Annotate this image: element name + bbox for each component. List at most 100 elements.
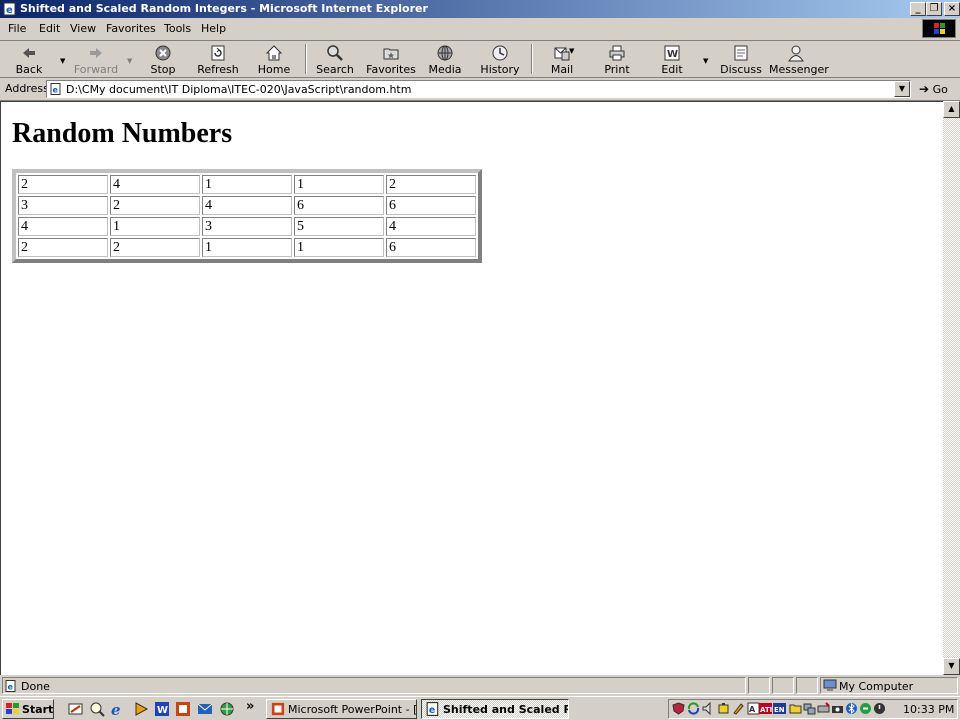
table-cell: 1 bbox=[202, 238, 292, 257]
table-cell: 6 bbox=[386, 238, 476, 257]
restore-button[interactable]: ❐ bbox=[926, 2, 942, 16]
menu-edit[interactable]: Edit bbox=[39, 22, 60, 35]
discuss-icon bbox=[734, 45, 748, 61]
edit-dropdown-icon[interactable]: ▼ bbox=[703, 57, 708, 65]
media-button[interactable]: Media bbox=[420, 43, 470, 76]
sync-icon[interactable] bbox=[687, 702, 700, 715]
table-cell: 6 bbox=[294, 196, 384, 215]
ie-page-icon: e bbox=[3, 2, 16, 16]
mail-label: Mail bbox=[550, 63, 574, 76]
bluetooth-icon[interactable] bbox=[845, 702, 858, 715]
menu-tools[interactable]: Tools bbox=[164, 22, 191, 35]
network-globe-icon[interactable] bbox=[219, 701, 235, 717]
address-bar: Address e D:\CMy document\IT Diploma\ITE… bbox=[0, 78, 960, 101]
messenger-button[interactable]: Messenger bbox=[769, 43, 829, 76]
vertical-scrollbar[interactable]: ▲ ▼ bbox=[943, 101, 960, 675]
go-button[interactable]: ➔ Go bbox=[919, 82, 948, 96]
battery-icon[interactable] bbox=[717, 702, 730, 715]
mail-dropdown-icon[interactable]: ▼ bbox=[569, 47, 574, 55]
internet-explorer-icon[interactable]: e bbox=[110, 701, 126, 717]
clock[interactable]: 10:33 PM bbox=[903, 703, 954, 716]
search-icon bbox=[327, 45, 343, 61]
taskbar-button-internet-explorer[interactable]: e Shifted and Scaled Ra... bbox=[421, 699, 569, 719]
back-label: Back bbox=[15, 63, 43, 76]
mail-button[interactable]: Mail bbox=[537, 43, 587, 76]
powerpoint-icon bbox=[271, 702, 285, 716]
speaker-volume-icon[interactable] bbox=[702, 702, 715, 715]
table-cell: 1 bbox=[294, 238, 384, 257]
menu-bar: File Edit View Favorites Tools Help bbox=[0, 18, 960, 41]
svg-text:EN: EN bbox=[774, 706, 785, 714]
stop-icon bbox=[155, 45, 171, 61]
ie-page-icon: e bbox=[50, 83, 61, 95]
back-button[interactable]: Back bbox=[4, 43, 54, 76]
quicklaunch-chevron[interactable]: » bbox=[246, 699, 254, 714]
scroll-down-icon[interactable]: ▼ bbox=[943, 658, 960, 675]
title-bar[interactable]: e Shifted and Scaled Random Integers - M… bbox=[0, 0, 960, 18]
menu-help[interactable]: Help bbox=[201, 22, 226, 35]
menu-view[interactable]: View bbox=[70, 22, 96, 35]
wireless-icon[interactable] bbox=[859, 702, 872, 715]
svg-text:A: A bbox=[749, 705, 756, 714]
page-content: Random Numbers 2 4 1 1 2 3 2 4 6 6 4 1 3… bbox=[0, 101, 943, 675]
menu-favorites[interactable]: Favorites bbox=[106, 22, 156, 35]
minimize-button[interactable]: _ bbox=[910, 2, 926, 16]
go-label: Go bbox=[932, 83, 948, 96]
search-button[interactable]: Search bbox=[310, 43, 360, 76]
power-icon[interactable] bbox=[873, 702, 886, 715]
status-panel bbox=[748, 677, 770, 694]
home-button[interactable]: Home bbox=[249, 43, 299, 76]
history-button[interactable]: History bbox=[475, 43, 525, 76]
forward-dropdown-icon[interactable]: ▼ bbox=[127, 57, 132, 65]
back-dropdown-icon[interactable]: ▼ bbox=[60, 57, 65, 65]
folder-icon[interactable] bbox=[789, 702, 802, 715]
forward-button[interactable]: Forward bbox=[71, 43, 121, 76]
status-bar: e Done My Computer bbox=[0, 676, 960, 695]
close-button[interactable]: × bbox=[944, 2, 960, 16]
table-row: 2 2 1 1 6 bbox=[18, 238, 476, 257]
table-cell: 3 bbox=[202, 217, 292, 236]
table-cell: 1 bbox=[294, 175, 384, 194]
remove-hardware-icon[interactable] bbox=[817, 702, 830, 715]
table-cell: 1 bbox=[202, 175, 292, 194]
random-numbers-table: 2 4 1 1 2 3 2 4 6 6 4 1 3 5 4 2 2 1 1 6 bbox=[12, 169, 482, 263]
outlook-icon[interactable] bbox=[197, 701, 213, 717]
discuss-button[interactable]: Discuss bbox=[716, 43, 766, 76]
menu-file[interactable]: File bbox=[8, 22, 26, 35]
refresh-label: Refresh bbox=[197, 63, 239, 76]
taskbar: Start e W » Microsoft PowerPoint - [J...… bbox=[0, 696, 960, 720]
powerpoint-icon[interactable] bbox=[175, 701, 191, 717]
pen-tool-icon[interactable] bbox=[732, 702, 745, 715]
status-panel bbox=[772, 677, 794, 694]
address-label: Address bbox=[5, 82, 49, 95]
language-en-icon[interactable]: EN bbox=[773, 702, 786, 715]
media-player-icon[interactable] bbox=[133, 701, 149, 717]
edit-button[interactable]: W Edit bbox=[647, 43, 697, 76]
search-icon[interactable] bbox=[89, 701, 105, 717]
address-dropdown-icon[interactable]: ▼ bbox=[894, 81, 910, 97]
start-button[interactable]: Start bbox=[2, 699, 54, 719]
scroll-up-icon[interactable]: ▲ bbox=[943, 101, 960, 118]
table-row: 2 4 1 1 2 bbox=[18, 175, 476, 194]
favorites-button[interactable]: Favorites bbox=[365, 43, 417, 76]
network-icon[interactable] bbox=[803, 702, 816, 715]
start-label: Start bbox=[22, 703, 54, 716]
system-tray: A ATI EN 10:33 PM bbox=[668, 699, 958, 719]
stop-button[interactable]: Stop bbox=[138, 43, 188, 76]
toolbar-separator bbox=[531, 44, 533, 74]
camera-icon[interactable] bbox=[831, 702, 844, 715]
show-desktop-icon[interactable] bbox=[68, 701, 84, 717]
taskbar-button-label: Microsoft PowerPoint - [J... bbox=[288, 703, 417, 716]
refresh-button[interactable]: Refresh bbox=[193, 43, 243, 76]
table-row: 4 1 3 5 4 bbox=[18, 217, 476, 236]
word-icon[interactable]: W bbox=[154, 701, 170, 717]
svg-text:e: e bbox=[6, 5, 13, 16]
ati-display-icon[interactable]: ATI bbox=[759, 702, 772, 715]
address-value: D:\CMy document\IT Diploma\ITEC-020\Java… bbox=[66, 83, 412, 96]
search-label: Search bbox=[316, 63, 354, 76]
antivirus-shield-icon[interactable] bbox=[672, 702, 685, 715]
history-icon bbox=[492, 45, 508, 61]
taskbar-button-powerpoint[interactable]: Microsoft PowerPoint - [J... bbox=[266, 699, 417, 719]
address-input[interactable]: e D:\CMy document\IT Diploma\ITEC-020\Ja… bbox=[46, 80, 911, 98]
print-button[interactable]: Print bbox=[592, 43, 642, 76]
